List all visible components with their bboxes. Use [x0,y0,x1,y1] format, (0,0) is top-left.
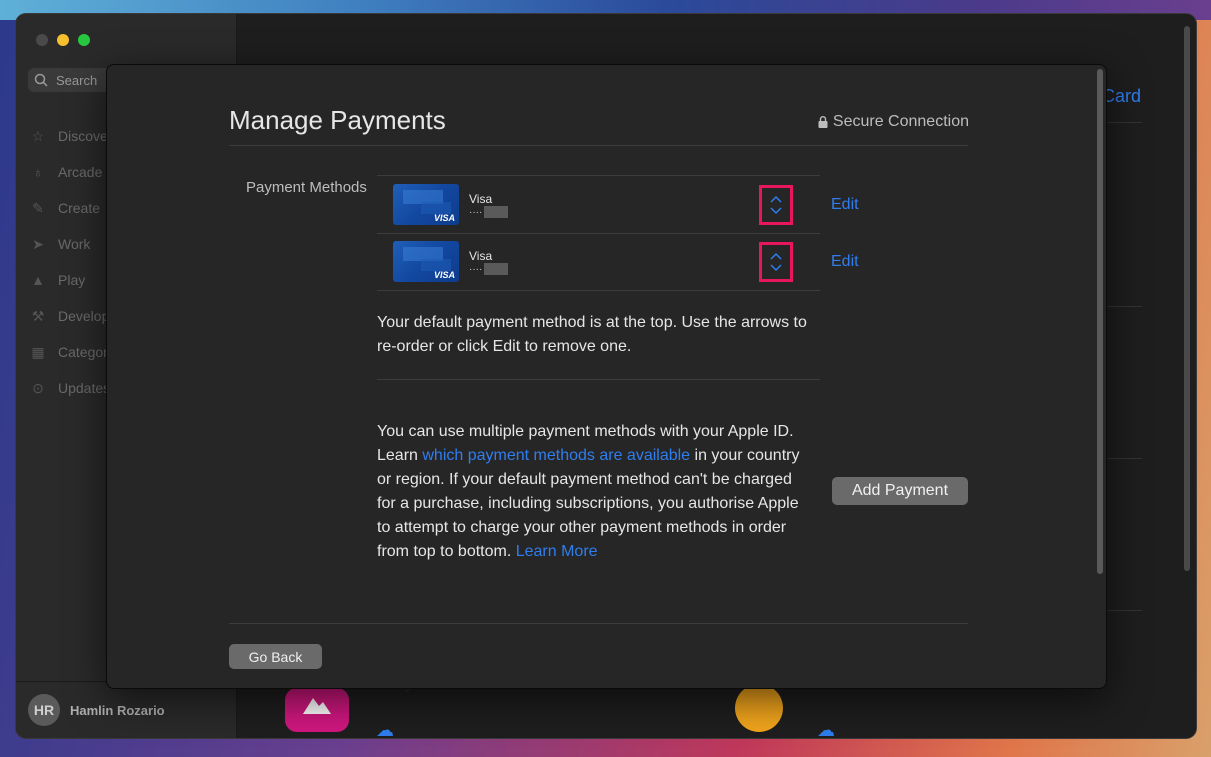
info-text: from top to bottom. [377,543,516,560]
page-title: Manage Payments [229,105,446,135]
visa-logo-icon: VISA [433,213,455,223]
background-divider [1102,458,1142,459]
background-app-icon-emoji[interactable] [735,684,783,732]
grid-icon: ▦ [31,344,45,360]
visa-card-image: VISA [393,184,459,225]
learn-more-link[interactable]: Learn More [516,543,598,560]
minimize-button[interactable] [57,34,69,46]
manage-payments-sheet: Manage Payments Secure Connection Paymen… [106,64,1107,689]
info-line: You can use multiple payment methods wit… [377,423,794,440]
window-controls [36,34,90,46]
payment-card-row: VISA Visa ···· [377,176,820,233]
zoom-button[interactable] [78,34,90,46]
rocket-icon: ▲ [31,272,45,288]
reorder-hint: Your default payment method is at the to… [377,311,837,359]
card-list-divider [377,290,820,291]
card-mask-dots: ···· [469,263,483,275]
sidebar-item-label: Develop [58,308,110,324]
go-back-button[interactable]: Go Back [229,644,322,669]
info-line: or region. If your default payment metho… [377,471,792,488]
info-text: Learn [377,447,423,464]
payment-info-text: You can use multiple payment methods wit… [377,420,827,564]
user-name: Hamlin Rozario [70,702,165,718]
card-number-masked: ···· [469,263,509,275]
reorder-hint-line: re-order or click Edit to remove one. [377,338,632,355]
search-placeholder: Search [56,72,98,88]
add-payment-button[interactable]: Add Payment [832,477,968,505]
card-number-masked: ···· [469,206,509,218]
secure-connection-label: Secure Connection [832,113,969,130]
mountain-icon [303,698,331,714]
info-line: Learn which payment methods are availabl… [377,444,827,468]
chevron-down-icon[interactable] [770,264,782,272]
secure-connection-indicator: Secure Connection [818,113,969,131]
info-line: for a purchase, including subscriptions,… [377,495,799,512]
sidebar-item-label: Arcade [58,164,103,180]
avatar: HR [28,694,60,726]
background-app-icon-photos[interactable] [285,688,349,732]
background-card-link[interactable]: Card [1102,86,1141,107]
edit-card-link[interactable]: Edit [831,253,859,271]
close-button[interactable] [36,34,48,46]
cloud-download-icon[interactable]: ☁ [376,720,394,738]
brush-icon: ✎ [32,200,44,216]
section-divider [377,379,820,380]
info-text: in your country [690,447,800,464]
download-icon: ⊙ [32,380,44,396]
footer-divider [229,623,968,624]
star-icon: ☆ [31,128,45,144]
hammer-icon: ⚒ [31,308,45,324]
sheet-scrollbar[interactable] [1097,69,1103,574]
info-line: from top to bottom. Learn More [377,540,827,564]
payment-methods-label: Payment Methods [246,179,367,196]
background-divider [1102,306,1142,307]
payment-card-row: VISA Visa ···· [377,233,820,290]
info-line: to attempt to charge your other payment … [377,519,787,536]
header-divider [229,145,968,146]
window-scrollbar[interactable] [1184,26,1190,571]
reorder-arrows[interactable] [759,185,793,225]
background-divider [1102,610,1142,611]
lock-icon [818,116,828,128]
chevron-down-icon[interactable] [770,207,782,215]
sidebar-item-label: Work [58,236,91,252]
available-methods-link[interactable]: which payment methods are available [422,447,690,464]
account-button[interactable]: HR Hamlin Rozario [16,681,236,738]
sidebar-item-label: Discover [58,128,113,144]
card-brand: Visa [469,249,493,263]
redacted-digits [484,206,509,218]
sidebar-item-label: Create [58,200,101,216]
search-icon [34,73,48,87]
sidebar-item-label: Updates [58,380,111,396]
redacted-digits [484,263,509,275]
card-mask-dots: ···· [469,206,483,218]
chevron-up-icon[interactable] [770,252,782,260]
edit-card-link[interactable]: Edit [831,196,859,214]
card-brand: Visa [469,192,493,206]
sidebar-item-label: Play [58,272,86,288]
cloud-download-icon[interactable]: ☁ [817,720,835,738]
paper-plane-icon: ➤ [32,236,44,252]
visa-card-image: VISA [393,241,459,282]
background-divider [1102,122,1142,123]
reorder-hint-line: Your default payment method is at the to… [377,314,807,331]
chevron-up-icon[interactable] [770,195,782,203]
visa-logo-icon: VISA [433,270,455,280]
reorder-arrows[interactable] [759,242,793,282]
joystick-icon: ♁ [32,164,44,180]
